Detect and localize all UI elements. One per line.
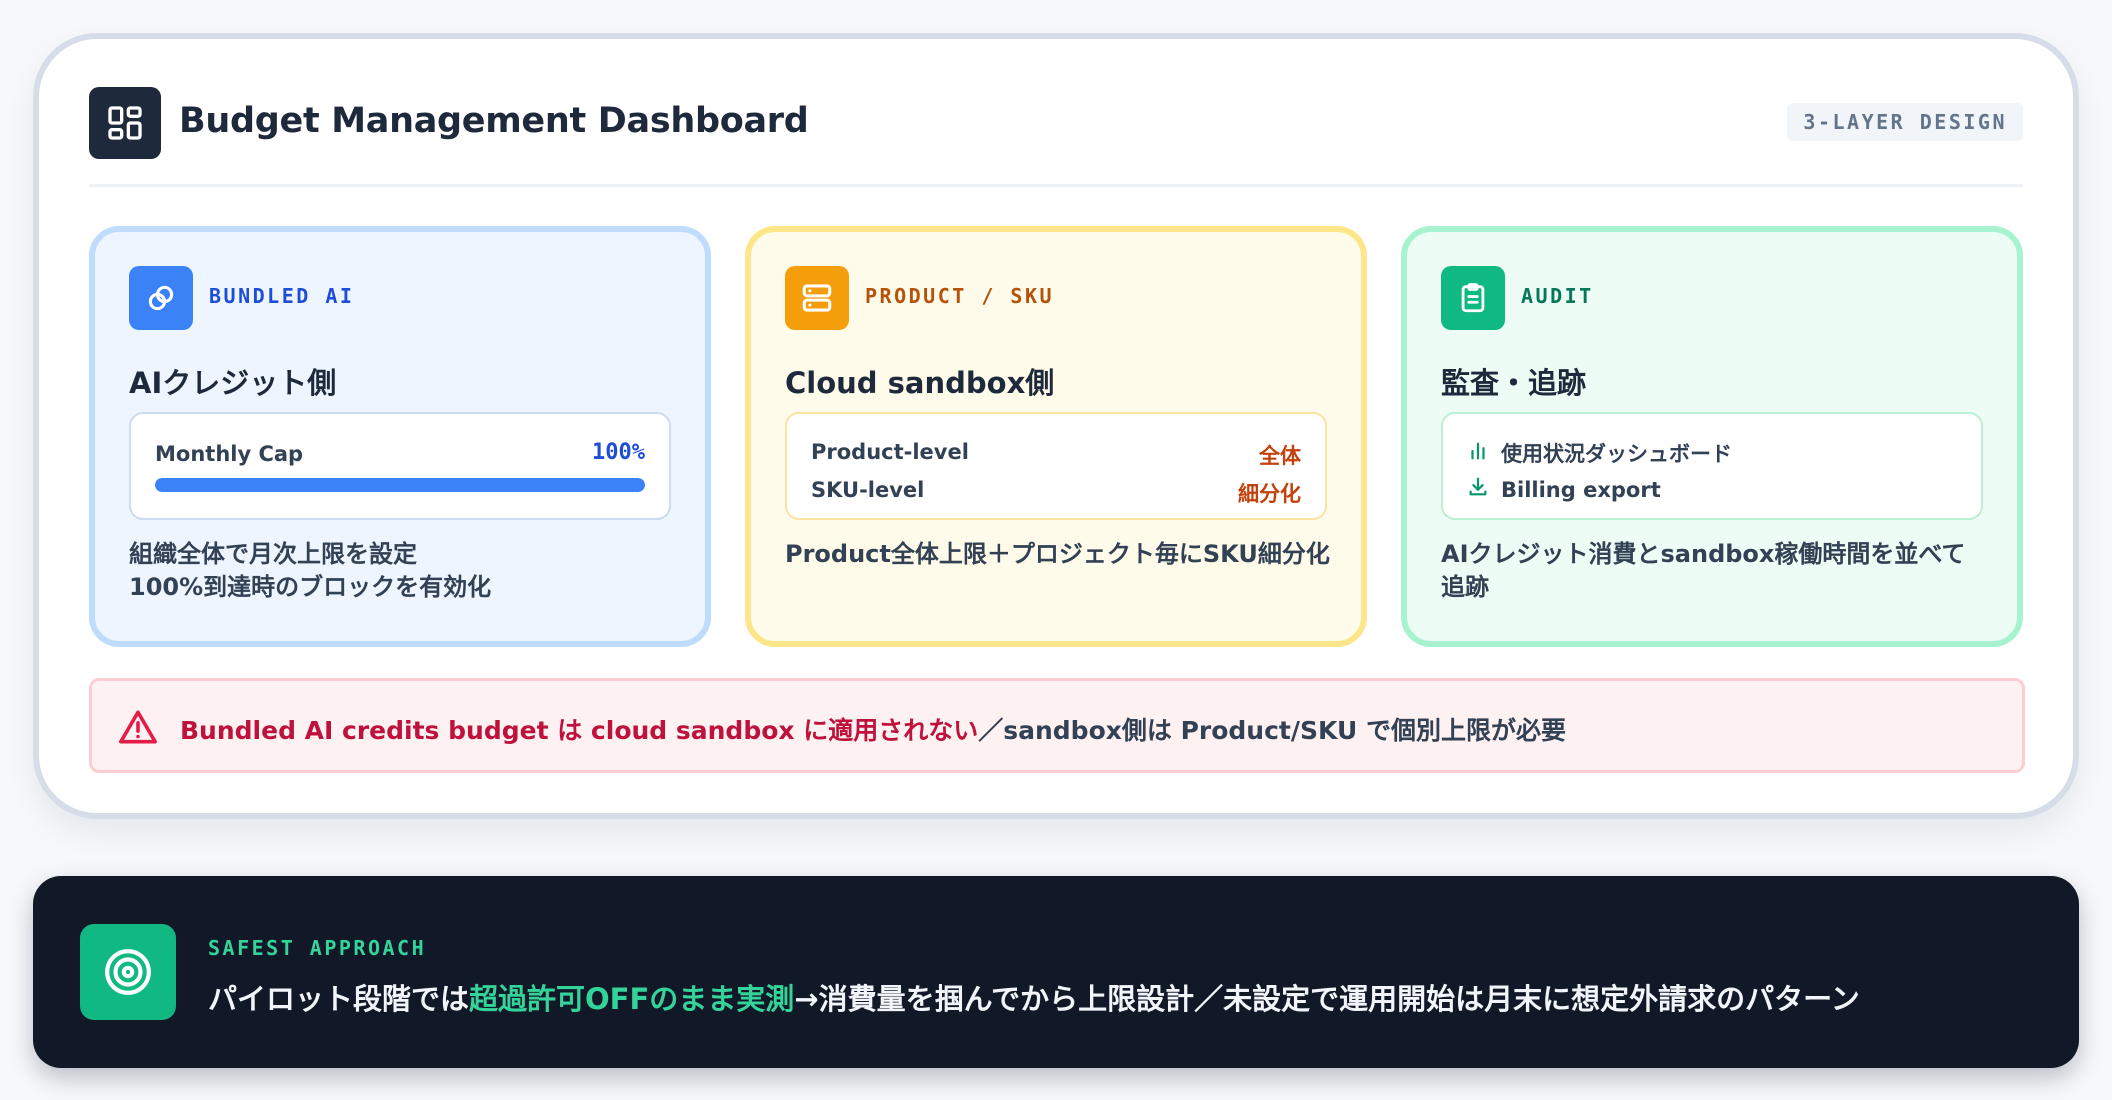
- design-tag-badge: 3-LAYER DESIGN: [1787, 103, 2023, 141]
- approach-tag: SAFEST APPROACH: [208, 936, 427, 960]
- product-level-row: Product-level 全体: [811, 440, 1301, 468]
- card-description-line: 組織全体で月次上限を設定: [129, 540, 417, 568]
- monthly-cap-progress-bar: [155, 478, 645, 492]
- warning-highlight: Bundled AI credits budget は cloud sandbo…: [180, 716, 979, 745]
- card-tag: BUNDLED AI: [209, 284, 355, 308]
- link-icon: [129, 266, 193, 330]
- safest-approach-banner: SAFEST APPROACH パイロット段階では超過許可OFFのまま実測→消費…: [33, 876, 2079, 1068]
- approach-text-before: パイロット段階では: [208, 982, 470, 1016]
- server-icon: [785, 266, 849, 330]
- audit-item-label: Billing export: [1501, 477, 1661, 502]
- card-bundled-ai: BUNDLED AI AIクレジット側 Monthly Cap 100% 組織全…: [89, 226, 711, 647]
- approach-text-after: →消費量を掴んでから上限設計／未設定で運用開始は月末に想定外請求のパターン: [794, 982, 1860, 1016]
- card-description: AIクレジット消費とsandbox稼働時間を並べて追跡: [1441, 540, 1966, 601]
- bar-chart-icon: [1467, 440, 1489, 467]
- audit-tools-box: 使用状況ダッシュボード Billing export: [1441, 412, 1983, 520]
- warning-text: Bundled AI credits budget は cloud sandbo…: [180, 711, 1566, 747]
- dashboard-header: Budget Management Dashboard 3-LAYER DESI…: [89, 87, 2023, 187]
- approach-text: パイロット段階では超過許可OFFのまま実測→消費量を掴んでから上限設計／未設定で…: [208, 976, 1860, 1018]
- warning-detail: ／sandbox側は Product/SKU で個別上限が必要: [978, 716, 1566, 745]
- monthly-cap-value: 100%: [592, 440, 645, 465]
- row-label: SKU-level: [811, 478, 925, 502]
- warning-triangle-icon: [118, 709, 158, 749]
- sku-level-row: SKU-level 細分化: [811, 478, 1301, 506]
- card-tag: PRODUCT / SKU: [865, 284, 1055, 308]
- row-label: Product-level: [811, 440, 969, 464]
- row-value: 細分化: [1238, 482, 1301, 506]
- limit-levels-box: Product-level 全体 SKU-level 細分化: [785, 412, 1327, 520]
- card-description: Product全体上限＋プロジェクト毎にSKU細分化: [785, 540, 1330, 568]
- clipboard-icon: [1441, 266, 1505, 330]
- card-tag: AUDIT: [1521, 284, 1594, 308]
- usage-dashboard-item[interactable]: 使用状況ダッシュボード: [1467, 438, 1732, 468]
- dashboard-grid-icon: [89, 87, 161, 159]
- monthly-cap-progress-fill: [155, 478, 645, 492]
- warning-banner: Bundled AI credits budget は cloud sandbo…: [89, 678, 2025, 773]
- monthly-cap-label: Monthly Cap: [155, 442, 304, 466]
- billing-export-item[interactable]: Billing export: [1467, 476, 1661, 503]
- audit-item-label: 使用状況ダッシュボード: [1501, 442, 1732, 466]
- card-description-line: 100%到達時のブロックを有効化: [129, 573, 492, 601]
- row-value: 全体: [1259, 444, 1301, 468]
- target-icon: [80, 924, 176, 1020]
- download-icon: [1467, 476, 1489, 503]
- monthly-cap-box: Monthly Cap 100%: [129, 412, 671, 520]
- card-title: AIクレジット側: [129, 366, 337, 400]
- card-product-sku: PRODUCT / SKU Cloud sandbox側 Product-lev…: [745, 226, 1367, 647]
- budget-dashboard-panel: Budget Management Dashboard 3-LAYER DESI…: [33, 33, 2079, 819]
- card-title: 監査・追跡: [1441, 366, 1587, 400]
- card-description: 組織全体で月次上限を設定 100%到達時のブロックを有効化: [129, 538, 675, 604]
- page-title: Budget Management Dashboard: [179, 101, 809, 141]
- card-audit: AUDIT 監査・追跡 使用状況ダッシュボード Billing export A…: [1401, 226, 2023, 647]
- card-title: Cloud sandbox側: [785, 366, 1055, 400]
- approach-text-highlight: 超過許可OFFのまま実測: [469, 982, 795, 1016]
